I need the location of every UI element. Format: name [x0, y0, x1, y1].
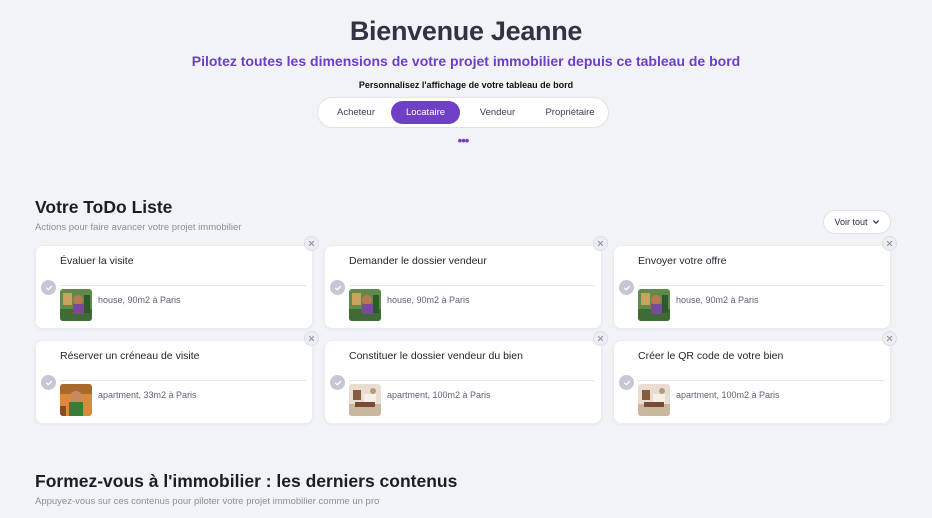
tab-locataire[interactable]: Locataire: [391, 101, 460, 124]
todo-card-title: Envoyer votre offre: [638, 255, 727, 267]
todo-card-title: Demander le dossier vendeur: [349, 255, 487, 267]
tab-vendeur[interactable]: Vendeur: [460, 101, 535, 124]
todo-card-title: Créer le QR code de votre bien: [638, 350, 784, 362]
divider: [60, 380, 306, 381]
todo-card[interactable]: Évaluer la visite house, 90m2 à Paris: [35, 236, 319, 329]
property-thumbnail: [349, 289, 381, 321]
property-thumbnail: [349, 384, 381, 416]
learn-section-title: Formez-vous à l'immobilier : les dernier…: [35, 471, 458, 491]
todo-card-title: Constituer le dossier vendeur du bien: [349, 350, 523, 362]
tab-proprietaire[interactable]: Propriétaire: [535, 101, 605, 124]
page-title: Bienvenue Jeanne: [349, 16, 583, 46]
dashboard-page: Bienvenue Jeanne Pilotez toutes les dime…: [0, 0, 932, 518]
todo-card[interactable]: Envoyer votre offre house, 90m2 à Paris: [613, 236, 897, 329]
todo-section-subtitle: Actions pour faire avancer votre projet …: [35, 222, 242, 233]
see-all-label: Voir tout: [834, 217, 868, 227]
divider: [349, 380, 595, 381]
property-thumbnail: [638, 289, 670, 321]
property-meta: apartment, 100m2 à Paris: [676, 390, 780, 400]
property-meta: apartment, 33m2 à Paris: [98, 390, 197, 400]
divider: [60, 285, 306, 286]
property-thumbnail: [60, 289, 92, 321]
learn-section-subtitle: Appuyez-vous sur ces contenus pour pilot…: [35, 496, 380, 507]
check-icon[interactable]: [619, 280, 634, 295]
chevron-down-icon: [872, 220, 879, 224]
check-icon[interactable]: [41, 280, 56, 295]
see-all-button[interactable]: Voir tout: [823, 210, 891, 234]
property-meta: house, 90m2 à Paris: [98, 295, 181, 305]
property-meta: house, 90m2 à Paris: [387, 295, 470, 305]
todo-card[interactable]: Réserver un créneau de visite apartment, …: [35, 331, 319, 424]
todo-card[interactable]: Créer le QR code de votre bien apartment,…: [613, 331, 897, 424]
close-icon[interactable]: [882, 236, 897, 251]
divider: [638, 285, 884, 286]
page-subtitle: Pilotez toutes les dimensions de votre p…: [191, 53, 741, 69]
todo-card[interactable]: Demander le dossier vendeur house, 90m2 à…: [324, 236, 608, 329]
todo-card-title: Réserver un créneau de visite: [60, 350, 200, 362]
profile-tab-bar: Acheteur Locataire Vendeur Propriétaire: [317, 97, 609, 128]
todo-card[interactable]: Constituer le dossier vendeur du bien apa…: [324, 331, 608, 424]
close-icon[interactable]: [304, 236, 319, 251]
todo-card-title: Évaluer la visite: [60, 255, 134, 267]
property-meta: house, 90m2 à Paris: [676, 295, 759, 305]
property-thumbnail: [638, 384, 670, 416]
check-icon[interactable]: [330, 375, 345, 390]
more-dots-icon[interactable]: •••: [453, 134, 473, 147]
close-icon[interactable]: [304, 331, 319, 346]
customize-label: Personnalisez l'affichage de votre table…: [358, 80, 574, 90]
property-thumbnail: [60, 384, 92, 416]
property-meta: apartment, 100m2 à Paris: [387, 390, 491, 400]
close-icon[interactable]: [593, 236, 608, 251]
close-icon[interactable]: [593, 331, 608, 346]
check-icon[interactable]: [41, 375, 56, 390]
check-icon[interactable]: [330, 280, 345, 295]
close-icon[interactable]: [882, 331, 897, 346]
divider: [349, 285, 595, 286]
check-icon[interactable]: [619, 375, 634, 390]
tab-acheteur[interactable]: Acheteur: [321, 101, 391, 124]
divider: [638, 380, 884, 381]
todo-section-title: Votre ToDo Liste: [35, 197, 173, 217]
